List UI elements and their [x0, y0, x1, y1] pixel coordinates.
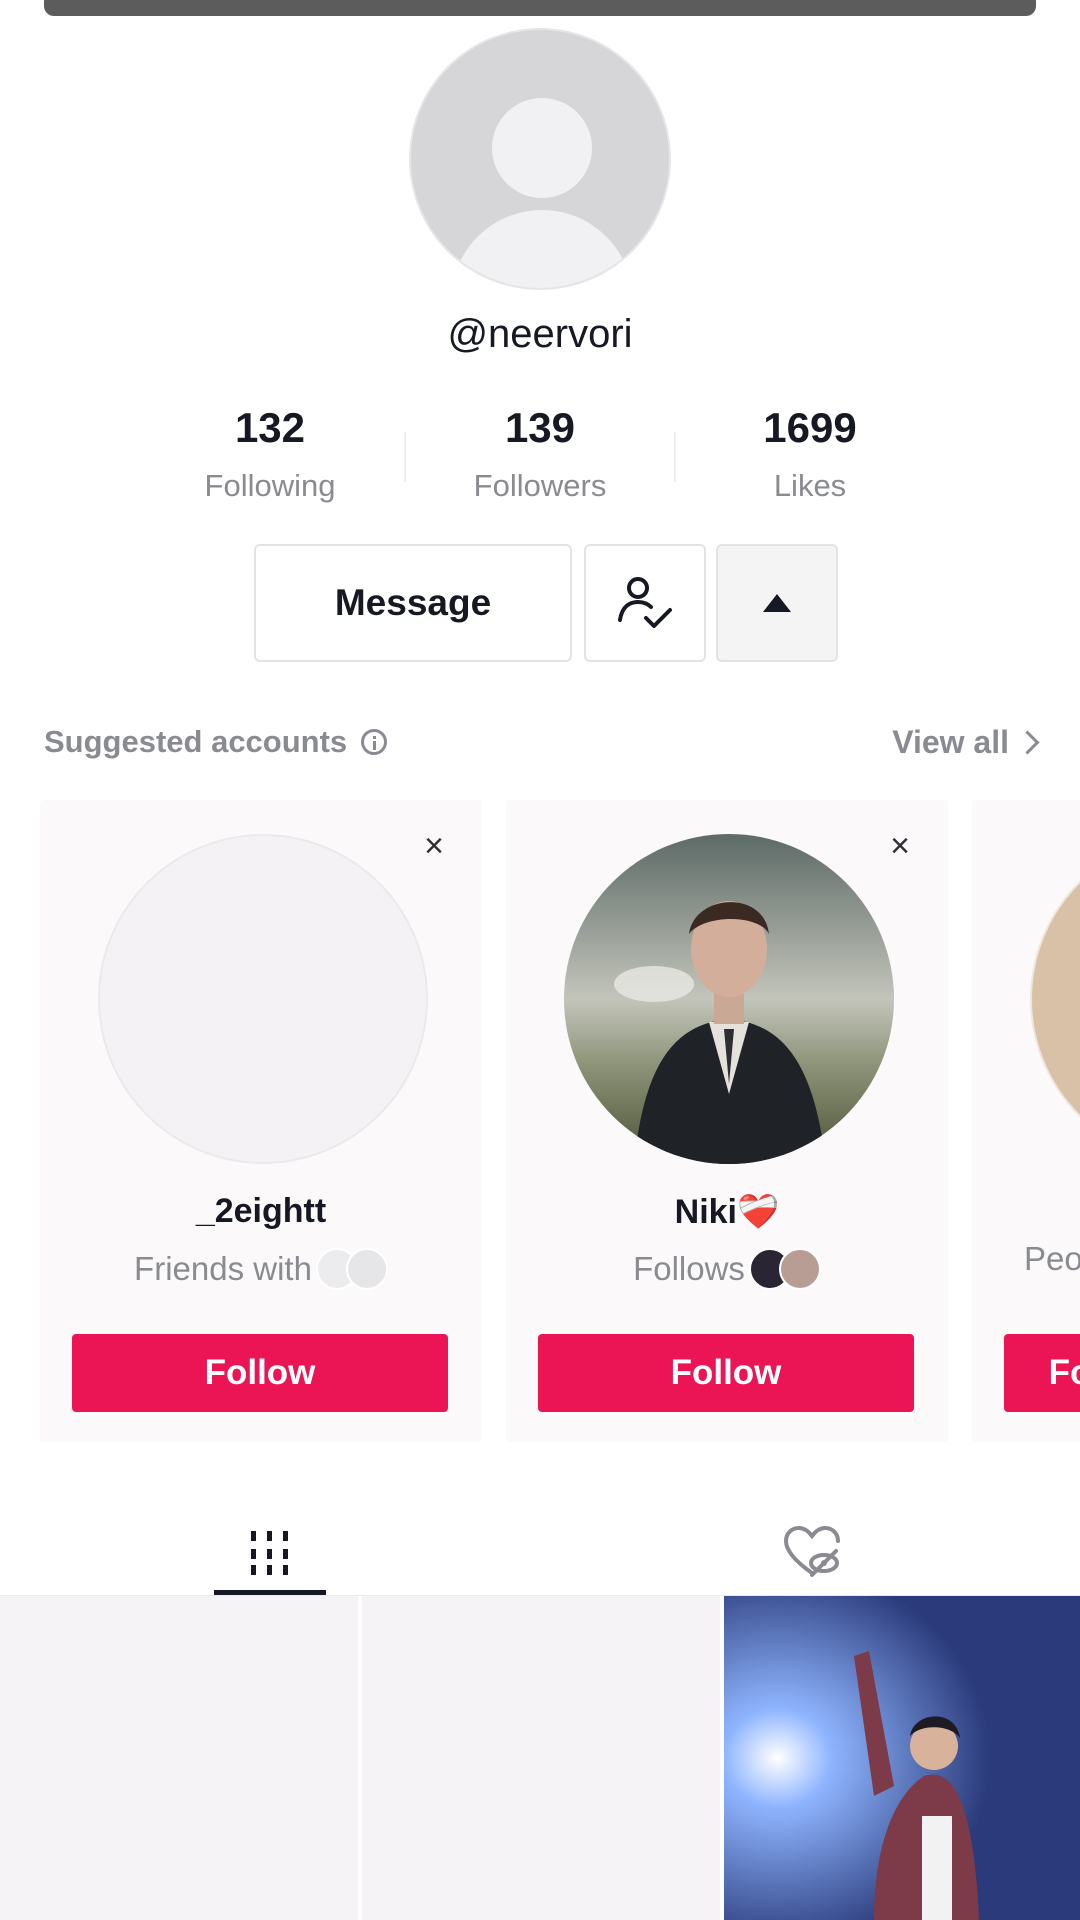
- profile-username: @neervori: [447, 312, 633, 356]
- person-check-icon: [618, 577, 672, 628]
- avatar-head-shape: [492, 98, 592, 198]
- close-icon[interactable]: ×: [416, 828, 452, 864]
- stat-followers-value: 139: [504, 404, 576, 451]
- concert-photo: [724, 1596, 1080, 1920]
- top-bar: [44, 0, 1036, 16]
- suggested-name: _2eightt: [195, 1192, 327, 1230]
- blank-avatar[interactable]: [98, 834, 428, 1164]
- suggested-subtitle: Peo: [1024, 1240, 1080, 1278]
- stat-following-value: 132: [234, 404, 306, 451]
- partial-photo[interactable]: [1030, 834, 1080, 1164]
- suggested-subtitle-text: Follows: [633, 1250, 745, 1287]
- stat-likes-value: 1699: [763, 404, 857, 451]
- view-all-link[interactable]: View all: [892, 724, 1040, 761]
- tab-liked[interactable]: [756, 1510, 868, 1594]
- video-thumbnail[interactable]: [362, 1596, 720, 1920]
- suggested-accounts-title: Suggested accounts: [44, 724, 348, 759]
- message-button[interactable]: Message: [254, 544, 572, 662]
- stat-following-label: Following: [204, 468, 336, 503]
- follow-button[interactable]: Follow: [538, 1334, 914, 1412]
- profile-page: @neervori 132 Following 139 Followers 16…: [0, 0, 1080, 1920]
- suggested-card[interactable]: × Niki❤️: [506, 800, 948, 1442]
- suggested-name: Niki❤️‍🩹: [674, 1193, 780, 1231]
- suggested-accounts-header: Suggested accounts: [44, 724, 388, 760]
- follow-button[interactable]: Follow: [72, 1334, 448, 1412]
- hidden-heart-icon: [783, 1525, 840, 1577]
- stat-followers-label: Followers: [473, 468, 607, 503]
- suggested-toggle-button[interactable]: [716, 544, 838, 662]
- follow-button[interactable]: Follow: [1004, 1334, 1080, 1412]
- grid-icon: [251, 1531, 288, 1575]
- man-in-suit-photo[interactable]: [564, 834, 894, 1164]
- suggested-card[interactable]: Peo Follow: [972, 800, 1080, 1442]
- tab-videos[interactable]: [214, 1510, 326, 1594]
- man-in-suit-illustration: [564, 834, 894, 1164]
- triangle-up-icon: [763, 594, 791, 612]
- stat-followers[interactable]: 139 Followers: [405, 402, 675, 506]
- suggested-subtitle: Follows: [506, 1248, 948, 1290]
- avatar-body-shape: [451, 210, 633, 288]
- close-icon[interactable]: ×: [882, 828, 918, 864]
- profile-avatar[interactable]: [409, 28, 671, 290]
- suggested-card[interactable]: × _2eightt Friends with Follow: [40, 800, 482, 1442]
- chevron-right-icon: [1015, 730, 1040, 755]
- suggested-subtitle: Friends with: [40, 1248, 482, 1290]
- mutual-avatar: [345, 1248, 388, 1290]
- suggested-subtitle-text: Friends with: [134, 1250, 312, 1287]
- info-icon[interactable]: [361, 729, 388, 755]
- stat-likes[interactable]: 1699 Likes: [675, 402, 945, 506]
- video-thumbnail[interactable]: [0, 1596, 358, 1920]
- suggested-subtitle-text: Peo: [1024, 1240, 1080, 1277]
- stat-likes-label: Likes: [773, 468, 847, 503]
- friend-status-button[interactable]: [584, 544, 706, 662]
- stat-following[interactable]: 132 Following: [135, 402, 405, 506]
- view-all-label: View all: [892, 724, 1009, 760]
- video-thumbnail[interactable]: [724, 1596, 1080, 1920]
- mutual-avatar: [778, 1248, 821, 1290]
